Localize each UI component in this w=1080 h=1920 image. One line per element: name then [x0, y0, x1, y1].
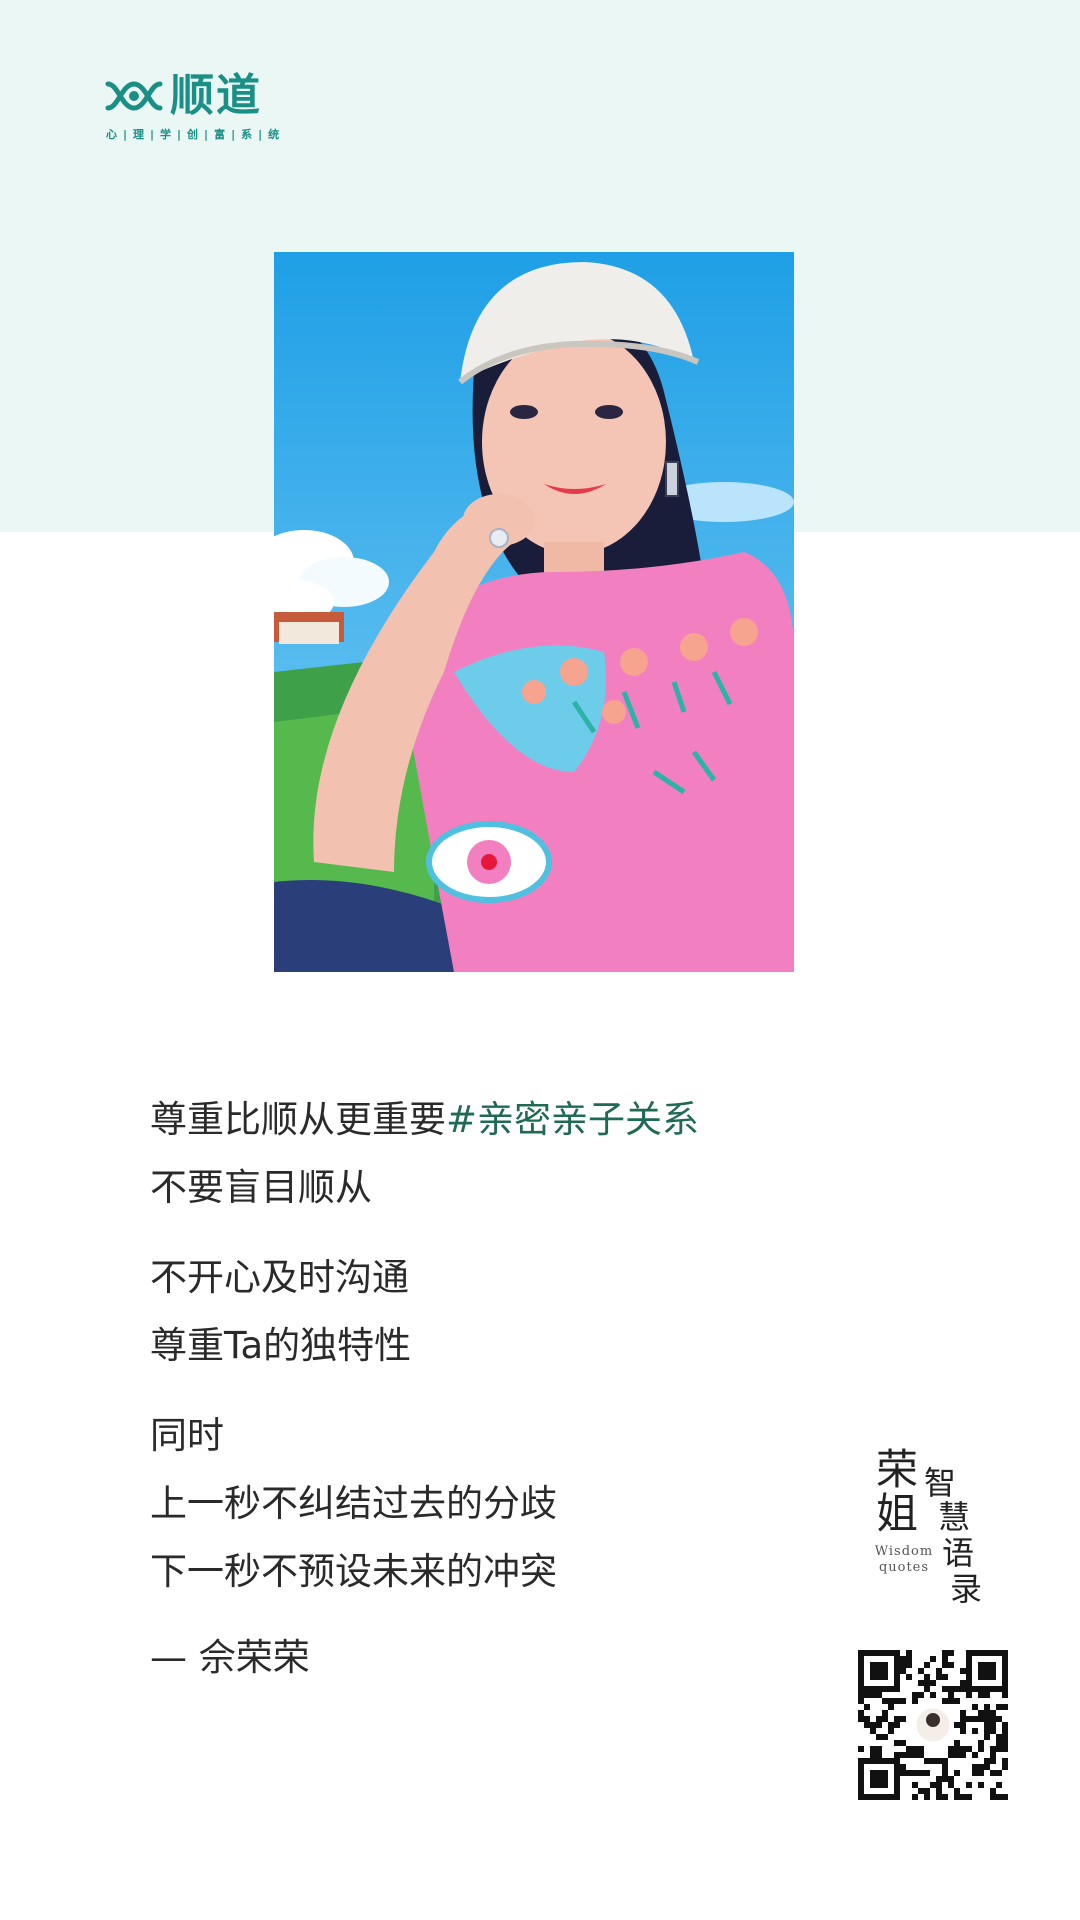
hashtag-link[interactable]: #亲密亲子关系	[446, 1098, 699, 1141]
quote-lead: 尊重比顺从更重要	[150, 1098, 446, 1141]
brand-tagline: 心|理|学|创|富|系|统	[106, 128, 286, 141]
quote-line: 尊重比顺从更重要#亲密亲子关系	[150, 1086, 850, 1154]
stamp-char: 语	[942, 1534, 975, 1572]
stamp-char: 慧	[938, 1498, 971, 1536]
quote-line: 不开心及时沟通	[150, 1256, 409, 1299]
quote-line: 下一秒不预设未来的冲突	[150, 1550, 557, 1593]
stamp-english-1: Wisdom	[874, 1544, 934, 1559]
brand-name: 顺道	[170, 70, 262, 121]
stamp-english-2: quotes	[878, 1560, 930, 1575]
wisdom-quotes-stamp: 荣 姐 智 慧 语 录 Wisdom quotes	[872, 1448, 1002, 1614]
brand-logo: 顺道 心|理|学|创|富|系|统	[104, 70, 364, 152]
stamp-char: 智	[924, 1464, 957, 1502]
stamp-char: 姐	[876, 1489, 919, 1538]
stamp-char: 荣	[876, 1445, 919, 1494]
quote-line: 上一秒不纠结过去的分歧	[150, 1482, 557, 1525]
quote-line: 尊重Ta的独特性	[150, 1324, 412, 1367]
quote-line: 同时	[150, 1414, 224, 1457]
stamp-char: 录	[950, 1570, 983, 1608]
portrait-photo	[274, 252, 794, 972]
brand-logo-icon	[105, 81, 163, 111]
quote-author: — 佘荣荣	[150, 1636, 310, 1679]
quote-line: 不要盲目顺从	[150, 1166, 372, 1209]
qr-code-icon	[858, 1650, 1008, 1800]
quote-block: 尊重比顺从更重要#亲密亲子关系 不要盲目顺从 不开心及时沟通 尊重Ta的独特性 …	[150, 1086, 850, 1692]
